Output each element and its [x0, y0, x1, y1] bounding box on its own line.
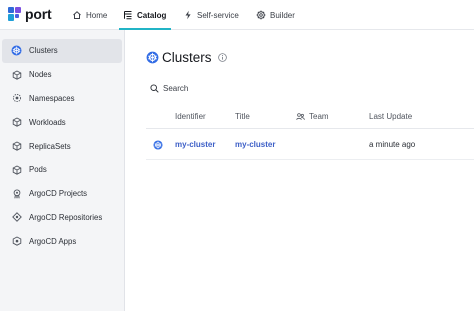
sidebar-item-argocd-projects[interactable]: ArgoCD Projects [2, 182, 122, 206]
sidebar-item-label: Pods [29, 165, 47, 175]
nav-catalog[interactable]: Catalog [118, 0, 172, 30]
nav-self-service-label: Self-service [197, 10, 239, 20]
cube-icon [11, 117, 22, 128]
main-content: Clusters Search Identifier Title Team La… [126, 30, 474, 311]
column-header-title[interactable]: Title [235, 112, 250, 121]
sidebar-item-pods[interactable]: Pods [2, 158, 122, 182]
sidebar-item-replicasets[interactable]: ReplicaSets [2, 134, 122, 158]
sidebar-item-label: Namespaces [29, 93, 75, 103]
cube-icon [11, 164, 22, 175]
gear-icon [255, 10, 266, 21]
nav-catalog-label: Catalog [137, 10, 167, 20]
sidebar-item-nodes[interactable]: Nodes [2, 63, 122, 87]
sidebar-item-label: Nodes [29, 70, 52, 80]
search-icon [150, 83, 159, 93]
nav-builder[interactable]: Builder [255, 0, 295, 30]
column-header-identifier[interactable]: Identifier [175, 112, 206, 121]
column-header-team[interactable]: Team [296, 112, 329, 121]
sidebar-item-label: ReplicaSets [29, 141, 71, 151]
page-header: Clusters [146, 48, 227, 66]
sidebar-item-label: ArgoCD Repositories [29, 212, 103, 222]
lightning-icon [182, 10, 193, 21]
row-last-update: a minute ago [369, 140, 416, 149]
sidebar-item-label: ArgoCD Apps [29, 236, 77, 246]
catalog-sidebar: Clusters Nodes Namespaces Workloads Repl… [0, 30, 125, 311]
team-icon [296, 112, 305, 121]
row-identifier-link[interactable]: my-cluster [175, 140, 215, 149]
kubernetes-icon [146, 51, 159, 64]
argocd-icon [11, 188, 22, 199]
kubernetes-icon [153, 140, 163, 150]
brand-name: port [25, 6, 52, 22]
catalog-icon [122, 10, 133, 21]
search-button[interactable]: Search [150, 81, 188, 95]
sidebar-item-label: Clusters [29, 46, 58, 56]
sidebar-item-label: ArgoCD Projects [29, 189, 88, 199]
column-header-last-update[interactable]: Last Update [369, 112, 412, 121]
top-navigation-bar: port Home Catalog Self-service Builder [0, 0, 474, 30]
port-logo-icon [7, 6, 22, 22]
port-logo[interactable]: port [7, 5, 52, 23]
sidebar-item-label: Workloads [29, 117, 66, 127]
row-title-link[interactable]: my-cluster [235, 140, 275, 149]
argocd-app-icon [11, 236, 22, 247]
sidebar-item-workloads[interactable]: Workloads [2, 110, 122, 134]
namespace-icon [11, 93, 22, 104]
nav-builder-label: Builder [270, 10, 295, 20]
sidebar-item-argocd-apps[interactable]: ArgoCD Apps [2, 229, 122, 253]
search-label: Search [163, 83, 189, 93]
nav-home-label: Home [86, 10, 108, 20]
table-row[interactable]: my-cluster my-cluster a minute ago [146, 131, 474, 160]
home-icon [71, 10, 82, 21]
argocd-repo-icon [11, 212, 22, 223]
table-header: Identifier Title Team Last Update [146, 108, 474, 129]
nav-self-service[interactable]: Self-service [182, 0, 239, 30]
sidebar-item-namespaces[interactable]: Namespaces [2, 87, 122, 111]
kubernetes-icon [11, 45, 22, 56]
nav-home[interactable]: Home [71, 0, 107, 30]
info-icon[interactable] [217, 52, 227, 62]
cube-icon [11, 69, 22, 80]
cube-icon [11, 141, 22, 152]
sidebar-item-argocd-repositories[interactable]: ArgoCD Repositories [2, 206, 122, 230]
sidebar-item-clusters[interactable]: Clusters [2, 39, 122, 63]
page-title: Clusters [162, 49, 212, 65]
